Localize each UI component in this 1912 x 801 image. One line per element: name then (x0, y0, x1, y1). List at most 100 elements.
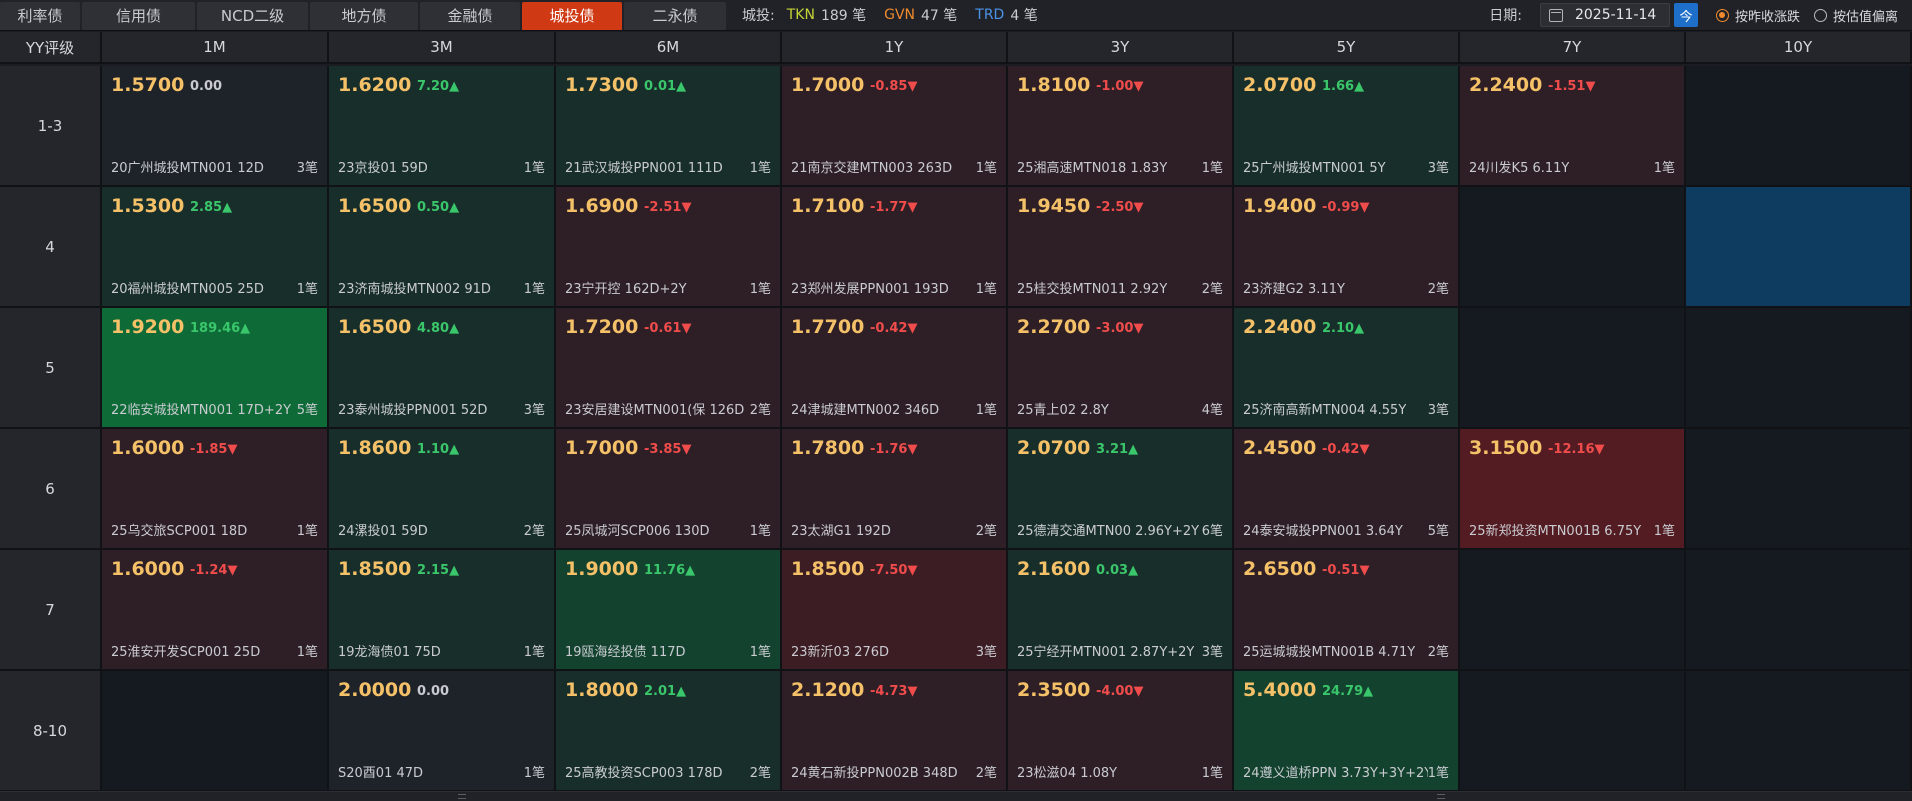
tab-financial-bonds[interactable]: 金融债 (420, 1, 520, 30)
matrix-cell[interactable]: 1.7300 0.01▲ 21武汉城投PPN001 111D 1笔 (556, 66, 782, 187)
cell-change: -1.85▼ (190, 442, 238, 457)
header-tenor-7y[interactable]: 7Y (1460, 32, 1686, 64)
date-value[interactable]: 2025-11-14 (1575, 7, 1656, 23)
header-tenor-3m[interactable]: 3M (329, 32, 556, 64)
matrix-cell[interactable]: 1.5700 0.00 20广州城投MTN001 12D 3笔 (102, 66, 329, 187)
tab-ncd-secondary[interactable]: NCD二级 (197, 1, 308, 30)
matrix-cell[interactable]: 1.9000 11.76▲ 19瓯海经投债 117D 1笔 (556, 550, 782, 671)
matrix-cell[interactable]: 1.6000 -1.85▼ 25乌交旅SCP001 18D 1笔 (102, 429, 329, 550)
matrix-cell[interactable]: 2.0700 3.21▲ 25德清交通MTN00 2.96Y+2Y 6笔 (1008, 429, 1234, 550)
matrix-cell-empty[interactable] (1460, 671, 1686, 792)
matrix-cell[interactable]: 1.5300 2.85▲ 20福州城投MTN005 25D 1笔 (102, 187, 329, 308)
matrix-cell[interactable]: 1.6200 7.20▲ 23京投01 59D 1笔 (329, 66, 556, 187)
matrix-cell[interactable]: 1.8100 -1.00▼ 25湘高速MTN018 1.83Y 1笔 (1008, 66, 1234, 187)
matrix-cell[interactable]: 1.6900 -2.51▼ 23宁开控 162D+2Y 1笔 (556, 187, 782, 308)
matrix-cell[interactable]: 1.9450 -2.50▼ 25桂交投MTN011 2.92Y 2笔 (1008, 187, 1234, 308)
today-button[interactable]: 今 (1673, 3, 1698, 27)
tab-urban-investment-bonds[interactable]: 城投债 (522, 1, 622, 30)
cell-change: -1.00▼ (1096, 79, 1144, 94)
matrix-cell[interactable]: 2.4500 -0.42▼ 24泰安城投PPN001 3.64Y 5笔 (1234, 429, 1460, 550)
cell-change: -4.00▼ (1096, 684, 1144, 699)
cell-bond-name: 23郑州发展PPN001 193D (791, 282, 949, 297)
radio-label[interactable]: 按昨收涨跌 (1735, 6, 1800, 25)
cell-yield: 1.6000 (111, 558, 185, 580)
splitter-grip-icon[interactable] (458, 794, 466, 799)
matrix-cell-empty[interactable] (1686, 671, 1912, 792)
matrix-cell[interactable]: 2.2400 -1.51▼ 24川发K5 6.11Y 1笔 (1460, 66, 1686, 187)
matrix-cell[interactable]: 2.1200 -4.73▼ 24黄石新投PPN002B 348D 2笔 (782, 671, 1008, 792)
matrix-cell-empty[interactable] (1686, 308, 1912, 429)
header-tenor-6m[interactable]: 6M (556, 32, 782, 64)
cell-trade-count: 1笔 (1201, 766, 1223, 781)
cell-bond-name: 23安居建设MTN001(保 126D (565, 403, 745, 418)
matrix-cell-empty[interactable] (1460, 187, 1686, 308)
header-tenor-1y[interactable]: 1Y (782, 32, 1008, 64)
matrix-cell-empty[interactable] (1686, 66, 1912, 187)
radio-by-prev-close[interactable]: 按昨收涨跌 (1715, 6, 1800, 25)
cell-yield: 2.0700 (1017, 437, 1091, 459)
matrix-cell[interactable]: 3.1500 -12.16▼ 25新郑投资MTN001B 6.75Y 1笔 (1460, 429, 1686, 550)
matrix-cell[interactable]: 1.7100 -1.77▼ 23郑州发展PPN001 193D 1笔 (782, 187, 1008, 308)
cell-trade-count: 1笔 (296, 645, 318, 660)
row-rating-label: 4 (0, 187, 102, 308)
matrix-cell-selected[interactable] (1686, 187, 1912, 308)
tab-credit-bonds[interactable]: 信用债 (82, 1, 195, 30)
date-picker[interactable]: 2025-11-14 (1539, 3, 1670, 27)
matrix-cell[interactable]: 1.7800 -1.76▼ 23太湖G1 192D 2笔 (782, 429, 1008, 550)
radio-by-valuation-deviation[interactable]: 按估值偏离 (1813, 6, 1898, 25)
calendar-icon[interactable] (1548, 8, 1563, 22)
matrix-cell-empty[interactable] (1686, 429, 1912, 550)
matrix-cell[interactable]: 1.6500 4.80▲ 23泰州城投PPN001 52D 3笔 (329, 308, 556, 429)
matrix-cell[interactable]: 2.2700 -3.00▼ 25青上02 2.8Y 4笔 (1008, 308, 1234, 429)
matrix-cell[interactable]: 1.8500 2.15▲ 19龙海债01 75D 1笔 (329, 550, 556, 671)
matrix-cell[interactable]: 1.7200 -0.61▼ 23安居建设MTN001(保 126D 2笔 (556, 308, 782, 429)
matrix-cell[interactable]: 1.6500 0.50▲ 23济南城投MTN002 91D 1笔 (329, 187, 556, 308)
header-tenor-10y[interactable]: 10Y (1686, 32, 1912, 64)
matrix-cell[interactable]: 2.2400 2.10▲ 25济南高新MTN004 4.55Y 3笔 (1234, 308, 1460, 429)
splitter-grip-icon[interactable] (1437, 794, 1445, 799)
tab-local-gov-bonds[interactable]: 地方债 (310, 1, 418, 30)
tab-rate-bonds[interactable]: 利率债 (0, 1, 80, 30)
cell-change: -3.85▼ (644, 442, 692, 457)
radio-checked-icon[interactable] (1715, 8, 1729, 22)
cell-yield: 1.7700 (791, 316, 865, 338)
matrix-cell[interactable]: 1.9200 189.46▲ 22临安城投MTN001 17D+2Y 5笔 (102, 308, 329, 429)
matrix-cell[interactable]: 2.0000 0.00 S20酉01 47D 1笔 (329, 671, 556, 792)
cell-yield: 2.2400 (1243, 316, 1317, 338)
header-tenor-3y[interactable]: 3Y (1008, 32, 1234, 64)
radio-unchecked-icon[interactable] (1813, 8, 1827, 22)
matrix-cell-empty[interactable] (1460, 308, 1686, 429)
cell-yield: 1.6500 (338, 195, 412, 217)
matrix-cell[interactable]: 1.8600 1.10▲ 24漯投01 59D 2笔 (329, 429, 556, 550)
matrix-cell[interactable]: 2.3500 -4.00▼ 23松滋04 1.08Y 1笔 (1008, 671, 1234, 792)
cell-change: 7.20▲ (417, 79, 460, 94)
matrix-cell[interactable]: 1.7000 -0.85▼ 21南京交建MTN003 263D 1笔 (782, 66, 1008, 187)
cell-bond-name: 24泰安城投PPN001 3.64Y (1243, 524, 1403, 539)
matrix-cell[interactable]: 2.0700 1.66▲ 25广州城投MTN001 5Y 3笔 (1234, 66, 1460, 187)
matrix-cell-empty[interactable] (1460, 550, 1686, 671)
cell-trade-count: 1笔 (523, 645, 545, 660)
matrix-cell[interactable]: 2.6500 -0.51▼ 25运城城投MTN001B 4.71Y 2笔 (1234, 550, 1460, 671)
cell-trade-count: 2笔 (975, 524, 997, 539)
header-tenor-1m[interactable]: 1M (102, 32, 329, 64)
matrix-cell-empty[interactable] (102, 671, 329, 792)
matrix-cell[interactable]: 1.7700 -0.42▼ 24津城建MTN002 346D 1笔 (782, 308, 1008, 429)
matrix-cell[interactable]: 1.8000 2.01▲ 25高教投资SCP003 178D 2笔 (556, 671, 782, 792)
cell-bond-name: 22临安城投MTN001 17D+2Y (111, 403, 292, 418)
cell-change: 2.10▲ (1322, 321, 1365, 336)
cell-bond-name: 25广州城投MTN001 5Y (1243, 161, 1386, 176)
matrix-cell-empty[interactable] (1686, 550, 1912, 671)
matrix-cell[interactable]: 1.9400 -0.99▼ 23济建G2 3.11Y 2笔 (1234, 187, 1460, 308)
matrix-cell[interactable]: 1.7000 -3.85▼ 25凤城河SCP006 130D 1笔 (556, 429, 782, 550)
cell-trade-count: 2笔 (749, 766, 771, 781)
matrix-cell[interactable]: 5.4000 24.79▲ 24遵义道桥PPN 3.73Y+3Y+2Y 1笔 (1234, 671, 1460, 792)
radio-label[interactable]: 按估值偏离 (1833, 6, 1898, 25)
matrix-cell[interactable]: 2.1600 0.03▲ 25宁经开MTN001 2.87Y+2Y 3笔 (1008, 550, 1234, 671)
tab-perpetual-bonds[interactable]: 二永债 (624, 1, 726, 30)
header-tenor-5y[interactable]: 5Y (1234, 32, 1460, 64)
matrix-cell[interactable]: 1.8500 -7.50▼ 23新沂03 276D 3笔 (782, 550, 1008, 671)
cell-trade-count: 1笔 (1201, 161, 1223, 176)
cell-yield: 2.2700 (1017, 316, 1091, 338)
date-label: 日期: (1489, 8, 1522, 24)
matrix-cell[interactable]: 1.6000 -1.24▼ 25淮安开发SCP001 25D 1笔 (102, 550, 329, 671)
